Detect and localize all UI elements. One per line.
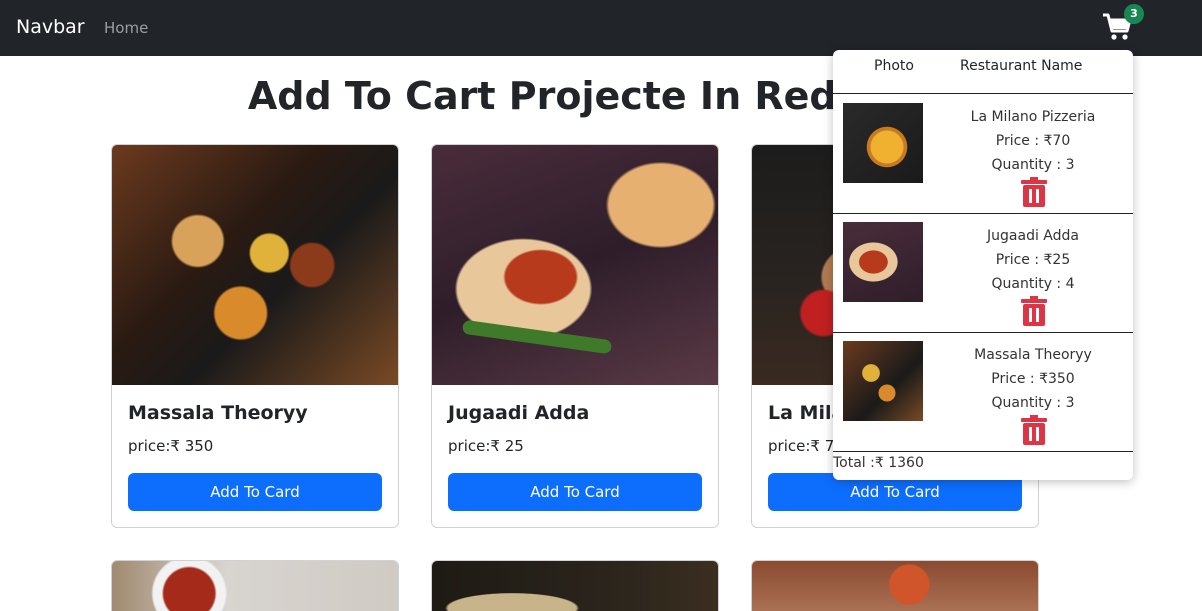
column-header-photo: Photo — [874, 58, 914, 74]
cart-item-name: Jugaadi Adda — [987, 228, 1079, 244]
cart-item-quantity: Quantity : 3 — [991, 395, 1075, 411]
nav-link-home[interactable]: Home — [104, 19, 148, 37]
product-image — [112, 145, 398, 385]
navbar-brand[interactable]: Navbar — [16, 16, 85, 38]
navbar: Navbar Home 3 — [0, 0, 1202, 56]
cart-item-quantity: Quantity : 3 — [991, 157, 1075, 173]
trash-icon[interactable] — [1021, 296, 1047, 326]
cart-item-photo — [843, 103, 923, 183]
add-to-cart-button[interactable]: Add To Card — [448, 473, 702, 511]
cart-item-price: Price : ₹70 — [995, 133, 1071, 149]
product-card — [431, 560, 719, 611]
product-image — [432, 561, 718, 611]
cart-item: Jugaadi Adda Price : ₹25 Quantity : 4 — [833, 214, 1133, 333]
product-card — [111, 560, 399, 611]
cart-count-badge: 3 — [1124, 4, 1144, 24]
cart-total: Total :₹ 1360 — [833, 455, 924, 471]
product-name: Massala Theoryy — [128, 402, 308, 424]
trash-icon[interactable] — [1021, 415, 1047, 445]
cart-item: Massala Theoryy Price : ₹350 Quantity : … — [833, 333, 1133, 452]
cart-item: La Milano Pizzeria Price : ₹70 Quantity … — [833, 95, 1133, 214]
add-to-cart-button[interactable]: Add To Card — [128, 473, 382, 511]
cart-item-photo — [843, 341, 923, 421]
product-name: Jugaadi Adda — [448, 402, 590, 424]
cart-item-quantity: Quantity : 4 — [991, 276, 1075, 292]
cart-item-photo — [843, 222, 923, 302]
product-price: price:₹ 25 — [448, 437, 524, 455]
cart-dropdown: Photo Restaurant Name La Milano Pizzeria… — [833, 50, 1133, 480]
product-image — [112, 561, 398, 611]
cart-button[interactable]: 3 — [1102, 4, 1144, 44]
cart-item-name: La Milano Pizzeria — [970, 109, 1096, 125]
cart-item-price: Price : ₹25 — [995, 252, 1071, 268]
product-price: price:₹ 350 — [128, 437, 214, 455]
product-image — [432, 145, 718, 385]
product-card: Jugaadi Adda price:₹ 25 Add To Card — [431, 144, 719, 528]
column-header-restaurant: Restaurant Name — [960, 58, 1083, 74]
product-card — [751, 560, 1039, 611]
cart-item-name: Massala Theoryy — [974, 347, 1092, 363]
cart-table-header: Photo Restaurant Name — [833, 50, 1133, 94]
product-image — [752, 561, 1038, 611]
product-card: Massala Theoryy price:₹ 350 Add To Card — [111, 144, 399, 528]
cart-item-price: Price : ₹350 — [991, 371, 1075, 387]
trash-icon[interactable] — [1021, 177, 1047, 207]
